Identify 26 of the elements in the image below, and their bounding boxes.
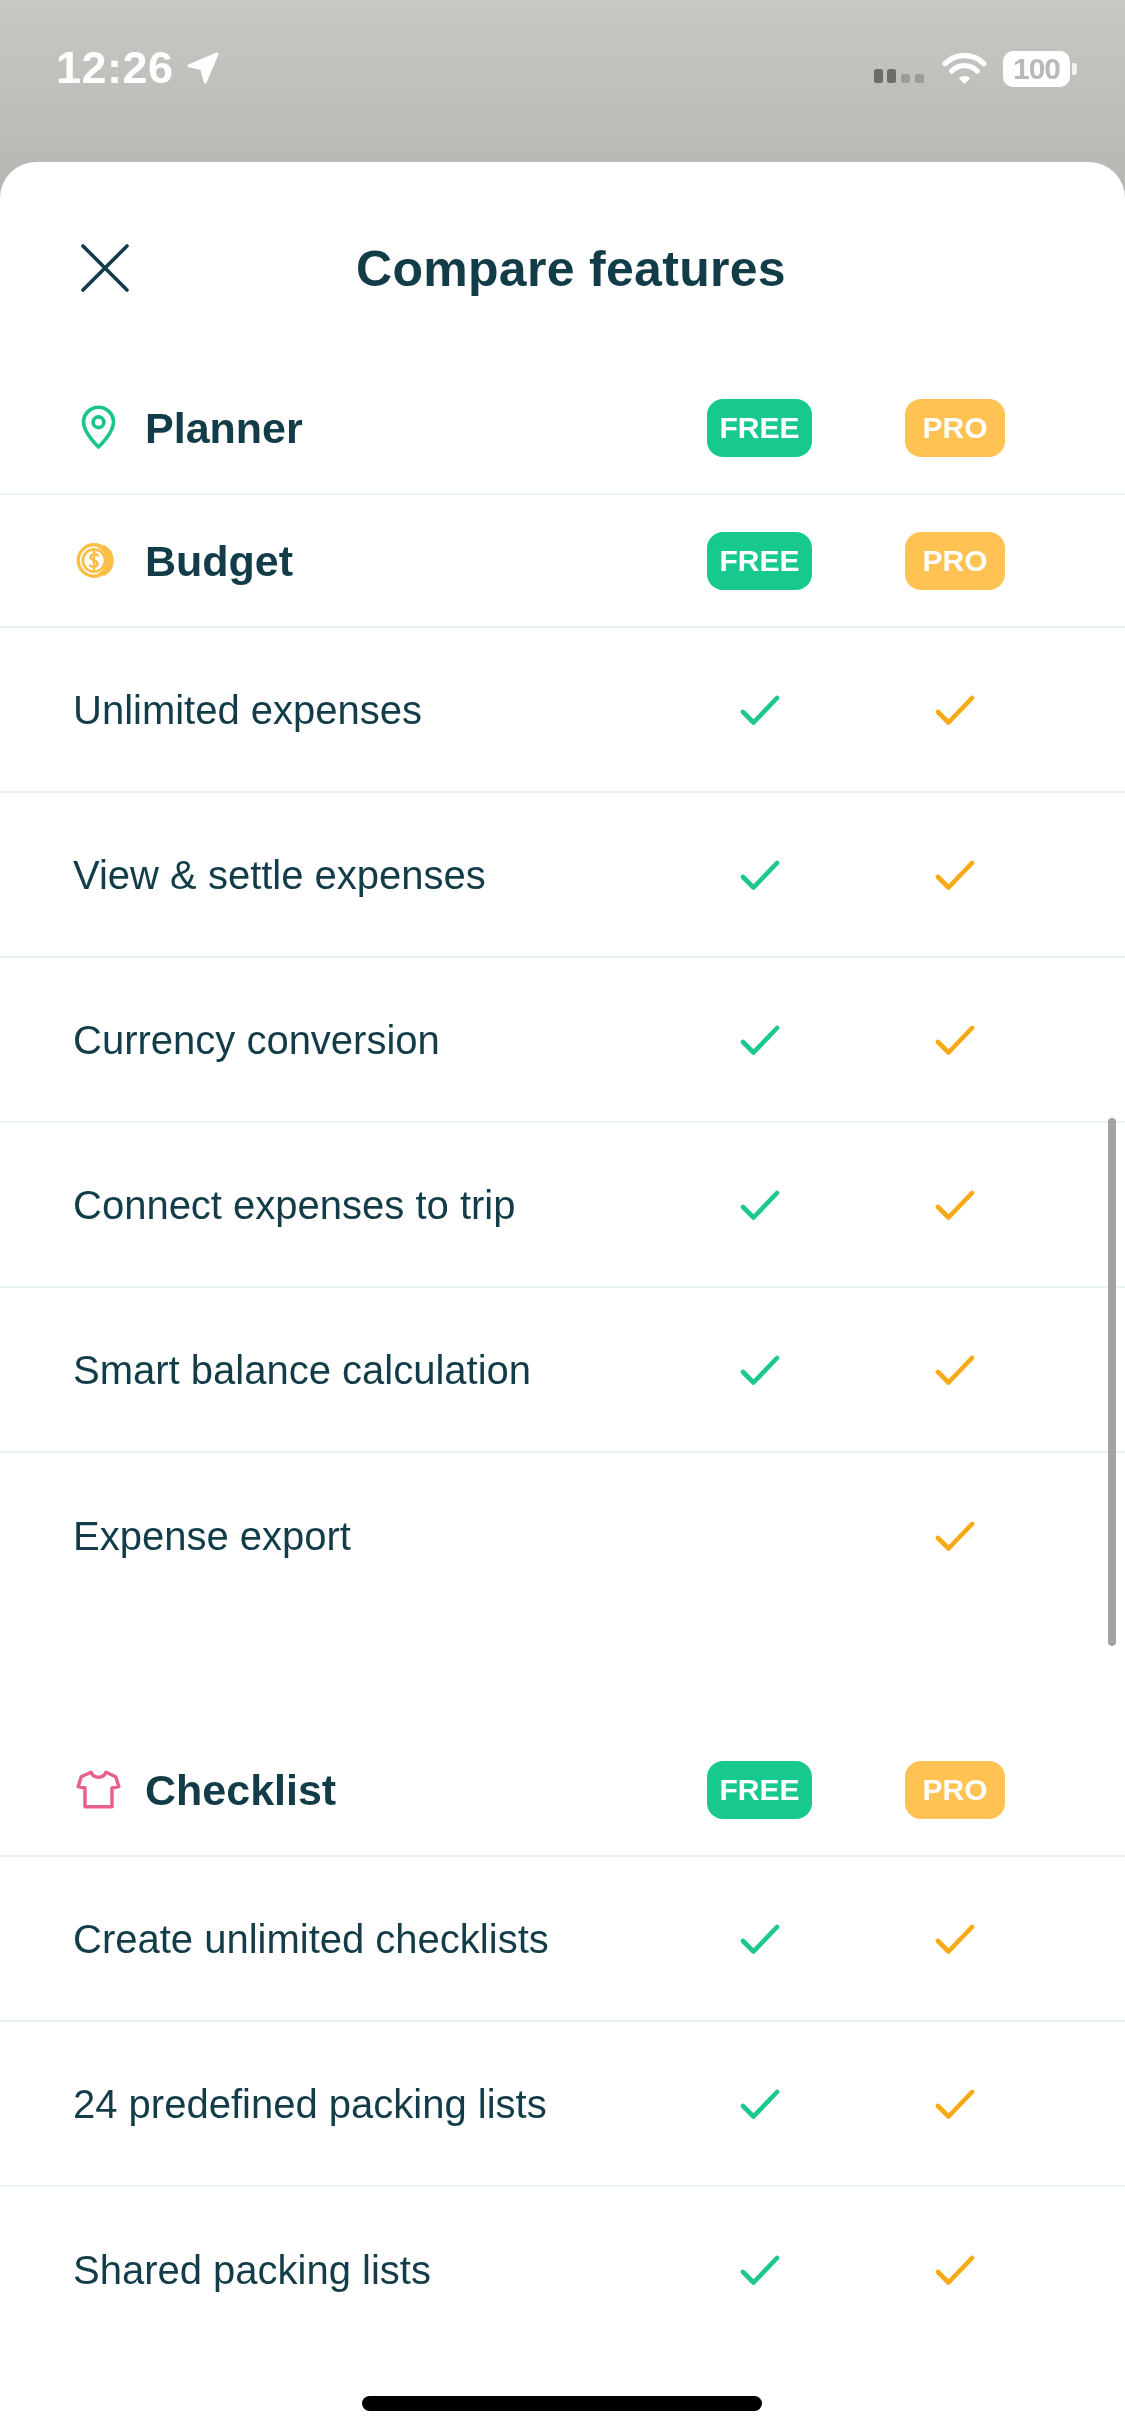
feature-label: View & settle expenses (73, 851, 486, 899)
close-button[interactable] (80, 243, 130, 293)
close-icon (80, 243, 130, 293)
feature-label: 24 predefined packing lists (73, 2080, 547, 2128)
wifi-icon (942, 52, 987, 86)
feature-label: Expense export (73, 1512, 351, 1560)
sheet-title: Compare features (356, 243, 786, 295)
pro-badge: PRO (905, 398, 1005, 457)
pro-badge: PRO (905, 1760, 1005, 1819)
feature-label: Shared packing lists (73, 2246, 431, 2294)
free-badge: FREE (707, 531, 812, 590)
feature-label: Smart balance calculation (73, 1346, 532, 1394)
section-title: Budget (145, 535, 294, 586)
pro-badge: PRO (905, 531, 1005, 590)
section-title: Checklist (145, 1764, 337, 1815)
free-badge: FREE (707, 1760, 812, 1819)
feature-label: Unlimited expenses (73, 686, 423, 734)
battery-indicator: 100 (1003, 51, 1077, 87)
location-arrow-icon (185, 51, 220, 85)
feature-label: Currency conversion (73, 1016, 440, 1064)
status-time: 12:26 (56, 49, 174, 87)
feature-label: Connect expenses to trip (73, 1181, 516, 1229)
section-title: Planner (145, 402, 303, 453)
signal-icon (874, 68, 926, 84)
free-badge: FREE (707, 398, 812, 457)
feature-label: Create unlimited checklists (73, 1915, 549, 1963)
